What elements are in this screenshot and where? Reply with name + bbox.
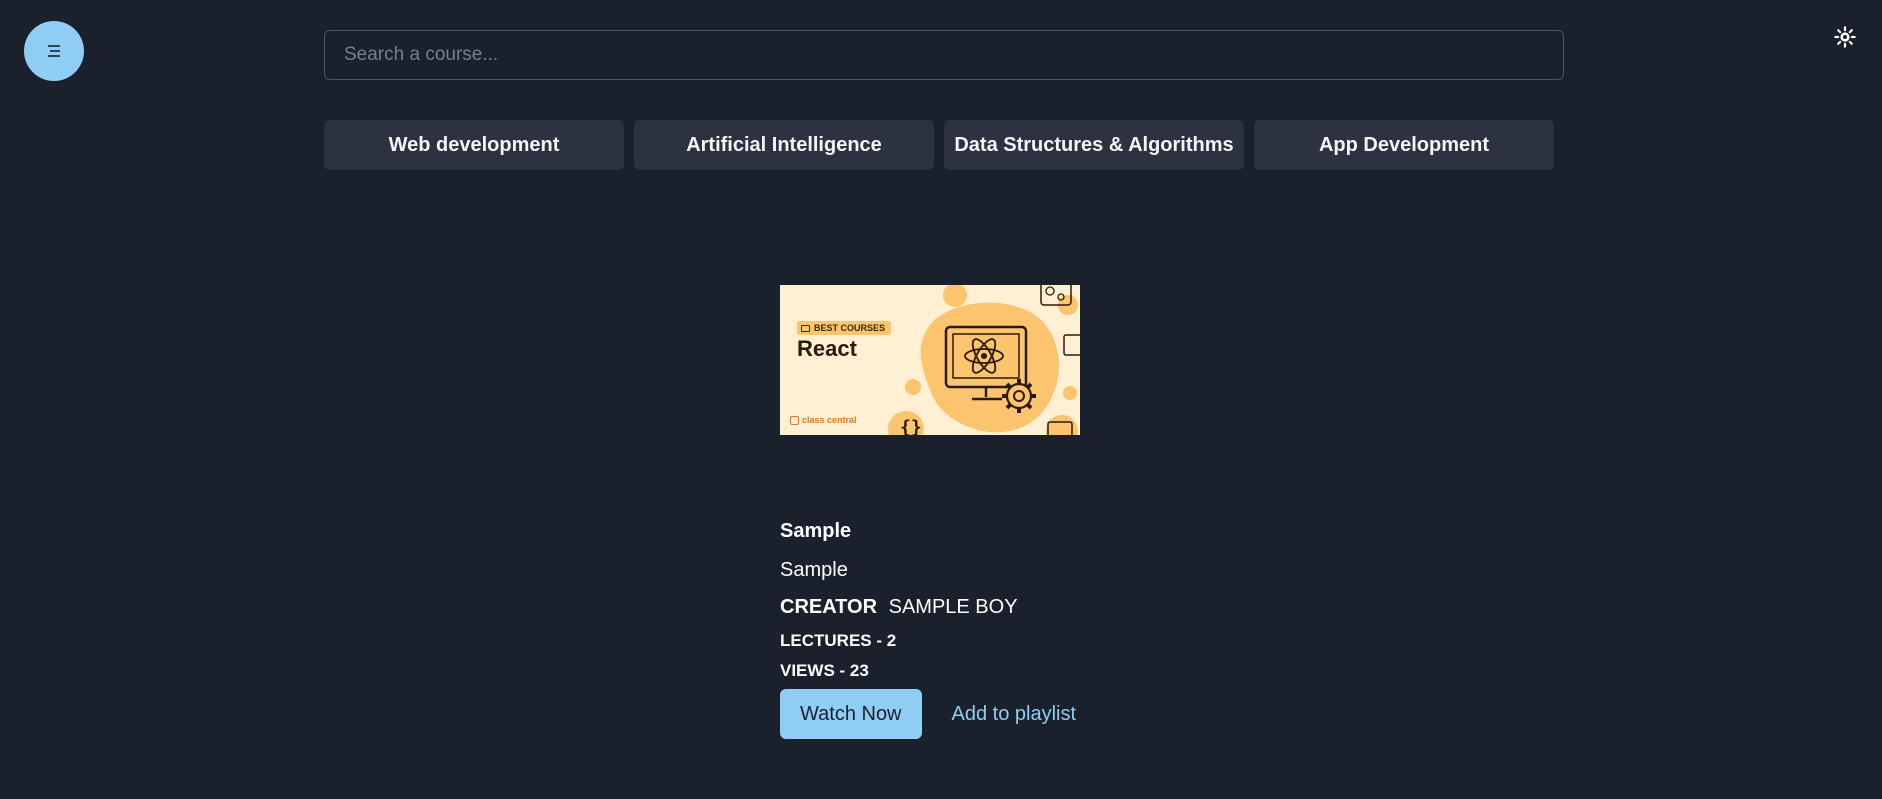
category-app-development[interactable]: App Development [1254, 120, 1554, 170]
creator-name: SAMPLE BOY [888, 596, 1018, 618]
course-thumbnail: {} BEST COURSES React class central [780, 285, 1080, 435]
sun-icon [1834, 26, 1856, 48]
course-card: {} BEST COURSES React class central Samp… [780, 285, 1140, 739]
views-count: VIEWS - 23 [780, 661, 869, 680]
svg-text:{}: {} [900, 417, 922, 435]
theme-toggle-button[interactable] [1830, 22, 1860, 52]
course-title: Sample [780, 520, 852, 542]
thumbnail-title: React [797, 336, 857, 361]
brand-logo-icon [790, 415, 799, 425]
badge-icon [801, 324, 810, 332]
creator-label: CREATOR [780, 596, 878, 618]
category-artificial-intelligence[interactable]: Artificial Intelligence [634, 120, 934, 170]
category-bar: Web development Artificial Intelligence … [324, 120, 1554, 170]
watch-now-button[interactable]: Watch Now [780, 689, 922, 739]
thumbnail-badge: BEST COURSES [797, 321, 892, 335]
category-web-development[interactable]: Web development [324, 120, 624, 170]
add-to-playlist-button[interactable]: Add to playlist [952, 703, 1077, 726]
search-input[interactable] [324, 30, 1564, 80]
menu-icon [48, 45, 60, 57]
lectures-count: LECTURES - 2 [780, 631, 897, 650]
course-description: Sample [780, 559, 848, 581]
category-dsa[interactable]: Data Structures & Algorithms [944, 120, 1244, 170]
menu-button[interactable] [24, 21, 84, 81]
course-actions: Watch Now Add to playlist [780, 689, 1140, 739]
course-creator: CREATOR SAMPLE BOY [780, 596, 1140, 619]
thumbnail-brand: class central [790, 415, 857, 425]
